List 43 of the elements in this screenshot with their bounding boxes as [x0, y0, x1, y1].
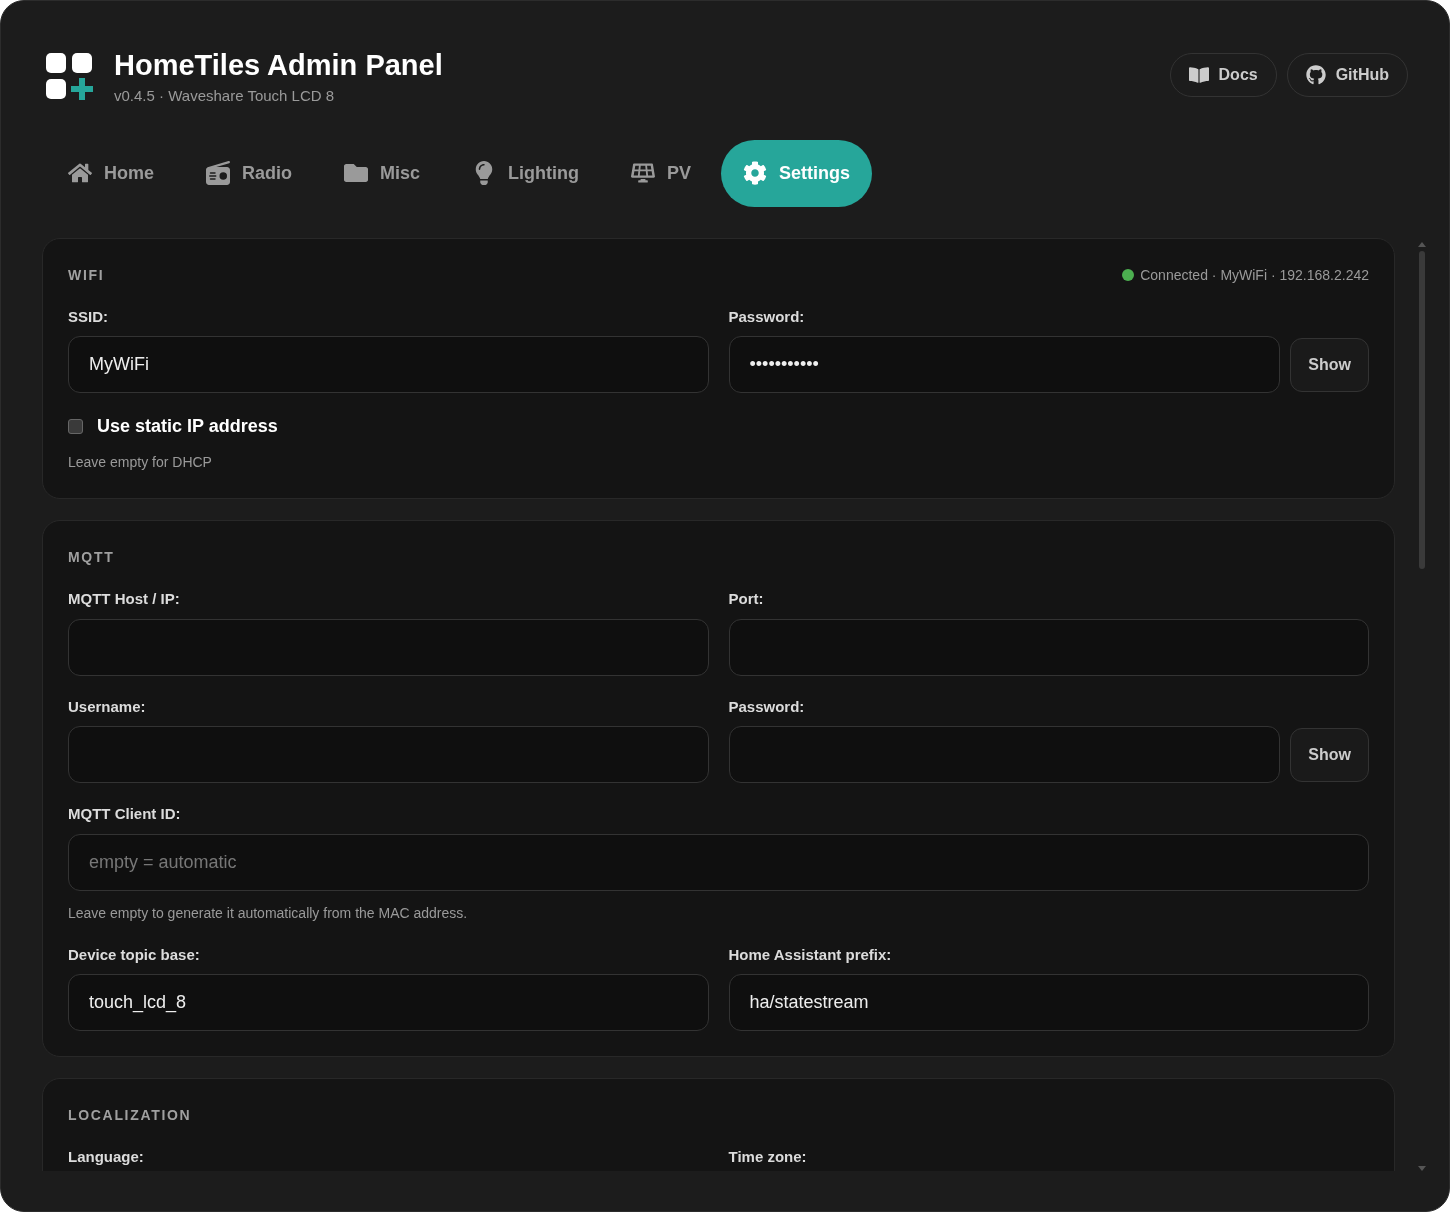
field-label: Password: — [728, 696, 806, 717]
field-label: Language: — [68, 1147, 145, 1168]
book-icon — [1188, 65, 1209, 85]
input-field[interactable] — [728, 726, 1281, 784]
solar-panel-icon — [631, 161, 656, 186]
input-field[interactable]: ha/statestream — [728, 974, 1369, 1032]
field-label: Password: — [728, 306, 806, 327]
field-label: Time zone: — [728, 1147, 808, 1168]
input-field[interactable] — [68, 726, 709, 784]
field-label: SSID: — [68, 306, 109, 327]
nav-tab[interactable]: PV — [609, 139, 714, 207]
field-label: Home Assistant prefix: — [728, 944, 893, 965]
field-label: MQTT Client ID: — [68, 804, 182, 825]
status-text: Connected · MyWiFi · 192.168.2.242 — [1140, 265, 1369, 285]
show-button[interactable]: Show — [1290, 337, 1369, 392]
field-label: Port: — [728, 589, 765, 610]
checkbox-label: Use static IP address — [97, 415, 278, 439]
field-label: Device topic base: — [68, 944, 201, 965]
checkbox[interactable] — [68, 419, 83, 435]
logo-icon — [46, 53, 94, 102]
input-field[interactable]: ••••••••••• — [728, 336, 1281, 394]
nav-tab[interactable]: Misc — [322, 139, 443, 207]
app-subtitle: v0.4.5 · Waveshare Touch LCD 8 — [114, 86, 336, 107]
radio-icon — [206, 161, 230, 186]
github-icon — [1305, 65, 1326, 85]
section-title: LOCALIZATION — [68, 1106, 192, 1126]
section-title: WIFI — [68, 265, 105, 285]
field-label: Username: — [68, 696, 147, 717]
app-title: HomeTiles Admin Panel — [114, 48, 443, 83]
input-field[interactable] — [68, 618, 709, 676]
input-field[interactable]: empty = automatic — [68, 833, 1369, 891]
show-button[interactable]: Show — [1290, 727, 1369, 782]
nav-tab[interactable]: Radio — [184, 139, 315, 207]
input-field[interactable]: MyWiFi — [68, 336, 709, 394]
section-title: MQTT — [68, 548, 115, 568]
nav-tab[interactable]: Lighting — [450, 139, 602, 207]
hint-text: Leave empty to generate it automatically from the MAC address. — [68, 903, 469, 923]
field-label: MQTT Host / IP: — [68, 589, 181, 610]
nav-tab[interactable]: Home — [46, 139, 176, 207]
settings-icon — [743, 161, 768, 186]
input-field[interactable]: touch_lcd_8 — [68, 974, 709, 1032]
hint-text: Leave empty for DHCP — [68, 453, 213, 473]
input-field[interactable] — [728, 618, 1369, 676]
